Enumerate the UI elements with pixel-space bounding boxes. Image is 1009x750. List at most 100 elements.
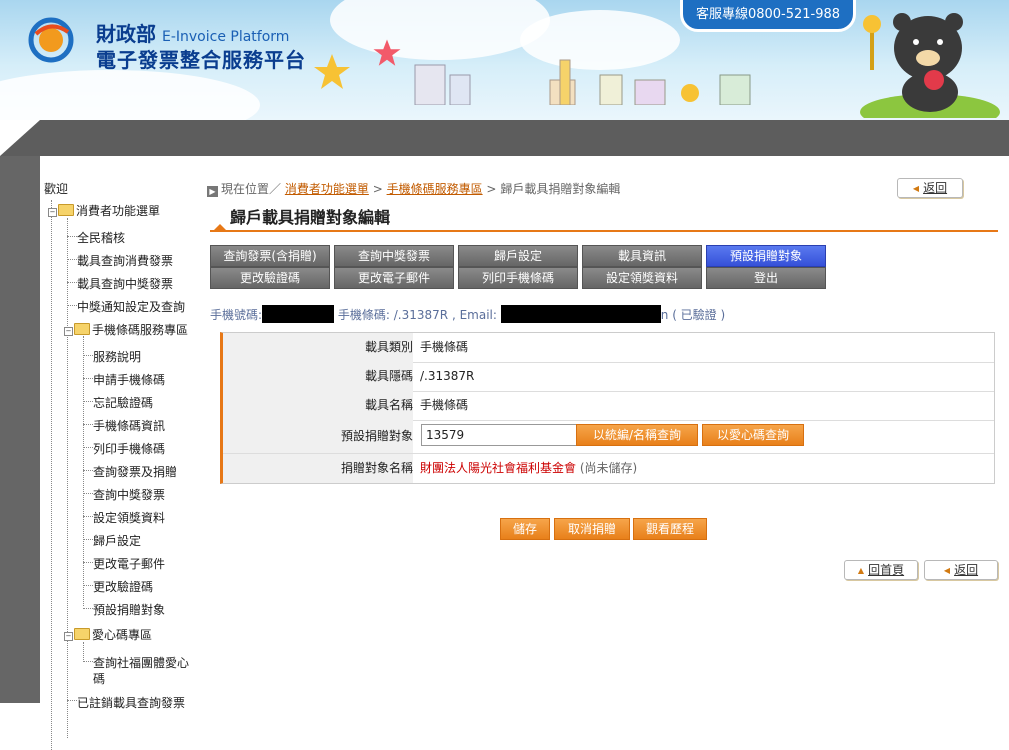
sidebar-welcome: 歡迎 xyxy=(44,182,69,196)
tab-carrier-info[interactable]: 載具資訊 xyxy=(582,245,702,267)
platform-english-name: E-Invoice Platform xyxy=(162,29,290,45)
breadcrumb-separator: > xyxy=(372,182,383,196)
tab-print-barcode[interactable]: 列印手機條碼 xyxy=(458,267,578,289)
default-target-input[interactable]: 13579 xyxy=(421,424,577,446)
target-name-value: 財團法人陽光社會福利基金會 xyxy=(420,461,577,475)
star-icon xyxy=(373,39,401,66)
sidebar-item-change-email[interactable]: 更改電子郵件 xyxy=(93,555,165,572)
donation-form: 載具類別 手機條碼 載具隱碼 /.31387R 載具名稱 手機條碼 預設捐贈對象… xyxy=(220,332,995,484)
form-row-default-target: 預設捐贈對象 13579 以統編/名稱查詢 以愛心碼查詢 xyxy=(223,420,994,454)
tab-query-invoices[interactable]: 查詢發票(含捐贈) xyxy=(210,245,330,267)
page-title: 歸戶載具捐贈對象編輯 xyxy=(230,208,391,227)
top-dark-bar xyxy=(0,120,1009,156)
email-label: Email: xyxy=(459,308,497,322)
sidebar-item-love-code-query[interactable]: 查詢社福團體愛心 xyxy=(93,654,189,671)
target-name-status: (尚未儲存) xyxy=(579,461,638,475)
sidebar-item-carrier-winning[interactable]: 載具查詢中獎發票 xyxy=(77,275,173,292)
save-button[interactable]: 儲存 xyxy=(500,518,550,540)
left-edge-bar xyxy=(0,156,40,703)
star-icon xyxy=(314,54,350,89)
sidebar-item-love-code-query-wrap[interactable]: 碼 xyxy=(93,670,105,687)
sidebar-item-forgot-code[interactable]: 忘記驗證碼 xyxy=(93,394,153,411)
breadcrumb-link-mobile-zone[interactable]: 手機條碼服務專區 xyxy=(387,182,483,196)
sidebar-item-love-zone[interactable]: − 愛心碼專區 xyxy=(64,626,152,643)
tab-account-settings[interactable]: 歸戶設定 xyxy=(458,245,578,267)
breadcrumb-link-consumer-menu[interactable]: 消費者功能選單 xyxy=(285,182,369,196)
redacted-phone xyxy=(262,305,335,323)
breadcrumb-prefix: 現在位置／ xyxy=(221,182,282,196)
breadcrumb-current: 歸戶載具捐贈對象編輯 xyxy=(500,182,621,196)
tab-change-email[interactable]: 更改電子郵件 xyxy=(334,267,454,289)
sidebar-item-service-desc[interactable]: 服務說明 xyxy=(93,348,141,365)
carrier-name-value: 手機條碼 xyxy=(420,398,469,412)
breadcrumb-separator: > xyxy=(486,182,497,196)
title-marker xyxy=(214,224,226,230)
folder-open-icon xyxy=(74,323,90,335)
email-tail: n xyxy=(660,308,669,322)
sidebar-item-change-code[interactable]: 更改驗證碼 xyxy=(93,578,153,595)
sidebar-item-consumer-menu[interactable]: − 消費者功能選單 xyxy=(48,202,160,219)
sidebar-item-account-settings[interactable]: 歸戶設定 xyxy=(93,532,141,549)
tab-logout[interactable]: 登出 xyxy=(706,267,826,289)
ministry-logo-icon[interactable] xyxy=(28,14,74,64)
tab-prize-settings[interactable]: 設定領獎資料 xyxy=(582,267,702,289)
back-arrow-icon: ◀ xyxy=(912,184,920,193)
tab-default-donation[interactable]: 預設捐贈對象 xyxy=(706,245,826,267)
sidebar-item-query-donate[interactable]: 查詢發票及捐贈 xyxy=(93,463,177,480)
phone-label: 手機號碼: xyxy=(210,308,263,322)
sidebar-item-print-barcode[interactable]: 列印手機條碼 xyxy=(93,440,165,457)
back-button-top[interactable]: ◀ 返回 xyxy=(897,178,963,198)
form-row-carrier-hidden: 載具隱碼 /.31387R xyxy=(223,362,994,392)
breadcrumb-arrow-icon: ▶ xyxy=(207,186,218,197)
sidebar-item-default-donation[interactable]: 預設捐贈對象 xyxy=(93,601,165,618)
sidebar-item-barcode-info[interactable]: 手機條碼資訊 xyxy=(93,417,165,434)
barcode-value: /.31387R xyxy=(393,308,449,322)
town-illustration-icon xyxy=(414,59,751,105)
platform-chinese-name: 電子發票整合服務平台 xyxy=(96,48,306,72)
account-info-line: 手機號碼: 手機條碼: /.31387R , Email: n ( 已驗證 ) xyxy=(210,305,725,323)
header-banner: 財政部 E-Invoice Platform 電子發票整合服務平台 客服專線080… xyxy=(0,0,1009,120)
home-button[interactable]: ▲ 回首頁 xyxy=(844,560,918,580)
sidebar-item-prize-settings[interactable]: 設定領獎資料 xyxy=(93,509,165,526)
carrier-hidden-value: /.31387R xyxy=(420,369,475,383)
default-target-label: 預設捐贈對象 xyxy=(223,420,413,453)
search-by-love-code-button[interactable]: 以愛心碼查詢 xyxy=(702,424,804,446)
sidebar-item-apply-barcode[interactable]: 申請手機條碼 xyxy=(93,371,165,388)
redacted-email xyxy=(500,305,661,323)
back-arrow-icon: ◀ xyxy=(943,566,951,575)
cloud-decoration xyxy=(0,70,260,120)
mascot-bear-icon xyxy=(860,13,1000,118)
carrier-type-label: 載具類別 xyxy=(223,333,413,362)
form-row-carrier-type: 載具類別 手機條碼 xyxy=(223,333,994,363)
tab-query-winning[interactable]: 查詢中獎發票 xyxy=(334,245,454,267)
form-row-carrier-name: 載具名稱 手機條碼 xyxy=(223,391,994,421)
view-history-button[interactable]: 觀看歷程 xyxy=(633,518,707,540)
collapse-icon[interactable]: − xyxy=(64,327,73,336)
title-underline xyxy=(210,230,998,232)
verified-status: ( 已驗證 ) xyxy=(672,308,726,322)
cancel-donation-button[interactable]: 取消捐贈 xyxy=(554,518,630,540)
target-name-label: 捐贈對象名稱 xyxy=(223,454,413,483)
carrier-hidden-label: 載具隱碼 xyxy=(223,362,413,391)
barcode-label: 手機條碼: xyxy=(337,308,390,322)
carrier-name-label: 載具名稱 xyxy=(223,391,413,420)
sidebar-item-national-audit[interactable]: 全民稽核 xyxy=(77,229,125,246)
folder-open-icon xyxy=(74,628,90,640)
tab-change-code[interactable]: 更改驗證碼 xyxy=(210,267,330,289)
sidebar-item-query-winning[interactable]: 查詢中獎發票 xyxy=(93,486,165,503)
collapse-icon[interactable]: − xyxy=(48,208,57,217)
ministry-title: 財政部 E-Invoice Platform xyxy=(96,18,289,47)
customer-service-hotline: 客服專線0800-521-988 xyxy=(680,0,856,32)
sidebar-item-carrier-invoices[interactable]: 載具查詢消費發票 xyxy=(77,252,173,269)
form-row-target-name: 捐贈對象名稱 財團法人陽光社會福利基金會 (尚未儲存) xyxy=(223,454,994,483)
collapse-icon[interactable]: − xyxy=(64,632,73,641)
search-by-id-button[interactable]: 以統編/名稱查詢 xyxy=(576,424,698,446)
back-button-bottom[interactable]: ◀ 返回 xyxy=(924,560,998,580)
sidebar-tree: 歡迎 − 消費者功能選單 全民稽核 載具查詢消費發票 載具查詢中獎發票 中獎通知設… xyxy=(40,156,200,750)
up-arrow-icon: ▲ xyxy=(857,566,865,575)
carrier-type-value: 手機條碼 xyxy=(420,340,469,354)
cloud-decoration xyxy=(330,0,550,60)
breadcrumb: ▶ 現在位置／ 消費者功能選單 > 手機條碼服務專區 > 歸戶載具捐贈對象編輯 xyxy=(207,180,620,197)
folder-open-icon xyxy=(58,204,74,216)
sidebar-item-winning-notice[interactable]: 中獎通知設定及查詢 xyxy=(77,298,185,315)
